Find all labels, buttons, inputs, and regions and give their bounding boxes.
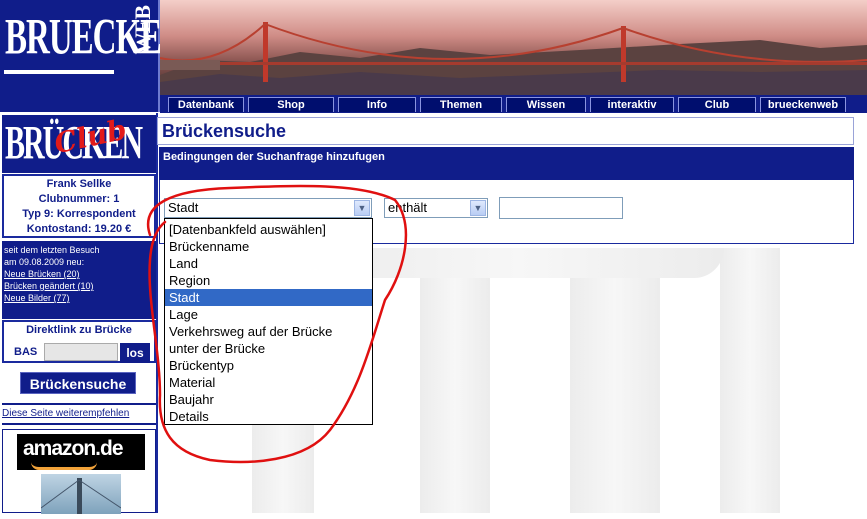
nav-tab-info[interactable]: Info — [338, 97, 416, 112]
background-pillar — [420, 248, 490, 513]
nav-tab-shop[interactable]: Shop — [248, 97, 334, 112]
link-new-images[interactable]: Neue Bilder (77) — [4, 292, 154, 304]
dropdown-option[interactable]: Brückenname — [165, 238, 372, 255]
link-new-bridges[interactable]: Neue Brücken (20) — [4, 268, 154, 280]
club-number: Clubnummer: 1 — [38, 193, 120, 205]
nav-tab-themen[interactable]: Themen — [420, 97, 502, 112]
user-type: Typ 9: Korrespondent — [22, 208, 136, 220]
direct-link-input[interactable] — [44, 343, 118, 361]
dropdown-option[interactable]: Brückentyp — [165, 357, 372, 374]
amazon-logo: amazon.de — [17, 434, 145, 470]
logo-side-text: WEB — [130, 6, 155, 55]
amazon-logo-text: amazon.de — [23, 437, 124, 460]
direct-link-title: Direktlink zu Brücke — [26, 324, 132, 336]
dropdown-option[interactable]: [Datenbankfeld auswählen] — [165, 221, 372, 238]
operator-select-value: enthält — [388, 200, 428, 215]
nav-tab-datenbank[interactable]: Datenbank — [168, 97, 244, 112]
page-title: Brückensuche — [162, 121, 287, 141]
bridge-banner-image — [160, 0, 867, 95]
direct-link-box: Direktlink zu Brücke BAS los — [2, 320, 156, 363]
club-logo[interactable]: BRÜCKEN Club — [2, 113, 156, 173]
background-pillar — [570, 248, 660, 513]
link-changed-bridges[interactable]: Brücken geändert (10) — [4, 280, 154, 292]
dropdown-option[interactable]: Material — [165, 374, 372, 391]
news-intro-2: am 09.08.2009 neu: — [4, 257, 85, 267]
chevron-down-icon[interactable]: ▼ — [354, 200, 370, 216]
operator-select[interactable]: enthält ▼ — [384, 198, 488, 218]
nav-tab-brueckenweb[interactable]: brueckenweb — [760, 97, 846, 112]
nav-tab-interaktiv[interactable]: interaktiv — [590, 97, 674, 112]
dropdown-option[interactable]: Lage — [165, 306, 372, 323]
dropdown-option[interactable]: Baujahr — [165, 391, 372, 408]
logo-wordmark: BRUECKEN — [5, 10, 185, 66]
direct-link-go-button[interactable]: los — [120, 343, 150, 363]
direct-link-prefix: BAS — [14, 346, 38, 358]
background-arch — [314, 248, 724, 278]
left-sidebar: BRÜCKEN Club Frank Sellke Clubnummer: 1 … — [0, 113, 158, 514]
dropdown-option[interactable]: Verkehrsweg auf der Brücke — [165, 323, 372, 340]
dropdown-option[interactable]: Details — [165, 408, 372, 425]
conditions-header: Bedingungen der Suchanfrage hinzufugen — [159, 147, 854, 180]
user-info-box: Frank Sellke Clubnummer: 1 Typ 9: Korres… — [2, 174, 156, 238]
user-name: Frank Sellke — [46, 178, 112, 190]
field-select[interactable]: Stadt ▼ — [164, 198, 372, 218]
main-navigation: Datenbank Shop Info Themen Wissen intera… — [160, 95, 867, 113]
recommend-page-link[interactable]: Diese Seite weiterempfehlen — [2, 403, 156, 425]
conditions-header-text: Bedingungen der Suchanfrage hinzufugen — [163, 151, 385, 163]
amazon-smile-icon — [31, 462, 97, 470]
background-pillar — [720, 248, 780, 513]
account-balance: Kontostand: 19.20 € — [26, 223, 132, 235]
dropdown-option[interactable]: Land — [165, 255, 372, 272]
news-intro-1: seit dem letzten Besuch — [4, 245, 100, 255]
chevron-down-icon[interactable]: ▼ — [470, 200, 486, 216]
nav-tab-club[interactable]: Club — [678, 97, 756, 112]
sidebar-search-button[interactable]: Brückensuche — [20, 372, 136, 394]
dropdown-option[interactable]: unter der Brücke — [165, 340, 372, 357]
field-select-value: Stadt — [168, 200, 199, 215]
dropdown-option-selected[interactable]: Stadt — [165, 289, 372, 306]
brueckenweb-logo[interactable]: BRUECKEN WEB — [0, 0, 185, 112]
field-dropdown-list: [Datenbankfeld auswählen] Brückenname La… — [164, 218, 373, 425]
nav-tab-wissen[interactable]: Wissen — [506, 97, 586, 112]
bridge-illustration — [160, 22, 867, 95]
news-box: seit dem letzten Besuch am 09.08.2009 ne… — [2, 241, 156, 319]
product-bridge-illustration — [40, 478, 122, 514]
page-title-bar: Brückensuche — [157, 117, 854, 145]
amazon-product-image — [40, 474, 122, 514]
logo-bar — [4, 70, 114, 74]
search-value-input[interactable] — [499, 197, 623, 219]
amazon-ad[interactable]: amazon.de — [2, 429, 156, 514]
dropdown-option[interactable]: Region — [165, 272, 372, 289]
